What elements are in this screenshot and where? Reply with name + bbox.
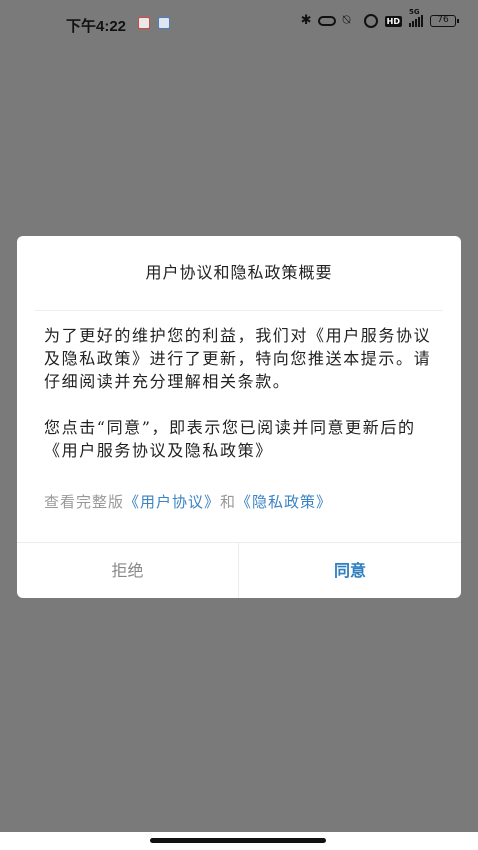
home-indicator[interactable] — [150, 838, 326, 843]
alarm-icon — [363, 14, 378, 28]
links-and: 和 — [220, 493, 237, 511]
mute-icon: ⍉ — [342, 13, 351, 28]
signal-icon: 5G — [409, 8, 423, 27]
links-prefix: 查看完整版 — [44, 493, 125, 511]
dialog-paragraph-2: 您点击“同意”，即表示您已阅读并同意更新后的 《用户服务协议及隐私政策》 — [44, 418, 416, 460]
battery-icon: 76 — [430, 15, 459, 27]
title-divider — [35, 310, 443, 311]
user-notification-icon — [158, 17, 170, 29]
privacy-policy-link[interactable]: 《隐私政策》 — [236, 493, 332, 511]
full-version-links: 查看完整版《用户协议》和《隐私政策》 — [44, 491, 436, 512]
reject-button[interactable]: 拒绝 — [17, 543, 239, 598]
dialog-title: 用户协议和隐私政策概要 — [145, 263, 333, 282]
status-icons: ✱ ⍉ HD 5G 76 — [300, 8, 459, 28]
agreement-dialog: 用户协议和隐私政策概要 为了更好的维护您的利益，我们对《用户服务协议及隐私政策》… — [17, 236, 461, 598]
network-type: 5G — [409, 8, 420, 16]
app-notification-icon — [138, 17, 150, 29]
hd-icon: HD — [384, 15, 402, 27]
status-time: 下午4:22 — [66, 18, 127, 35]
bluetooth-icon: ✱ — [300, 13, 312, 28]
agree-button[interactable]: 同意 — [239, 543, 461, 598]
user-agreement-link[interactable]: 《用户协议》 — [124, 493, 220, 511]
vibrate-icon — [317, 16, 336, 26]
dialog-paragraph-1: 为了更好的维护您的利益，我们对《用户服务协议及隐私政策》进行了更新，特向您推送本… — [44, 326, 432, 391]
status-bar: 下午4:22 ✱ ⍉ HD 5G 76 — [0, 0, 478, 48]
